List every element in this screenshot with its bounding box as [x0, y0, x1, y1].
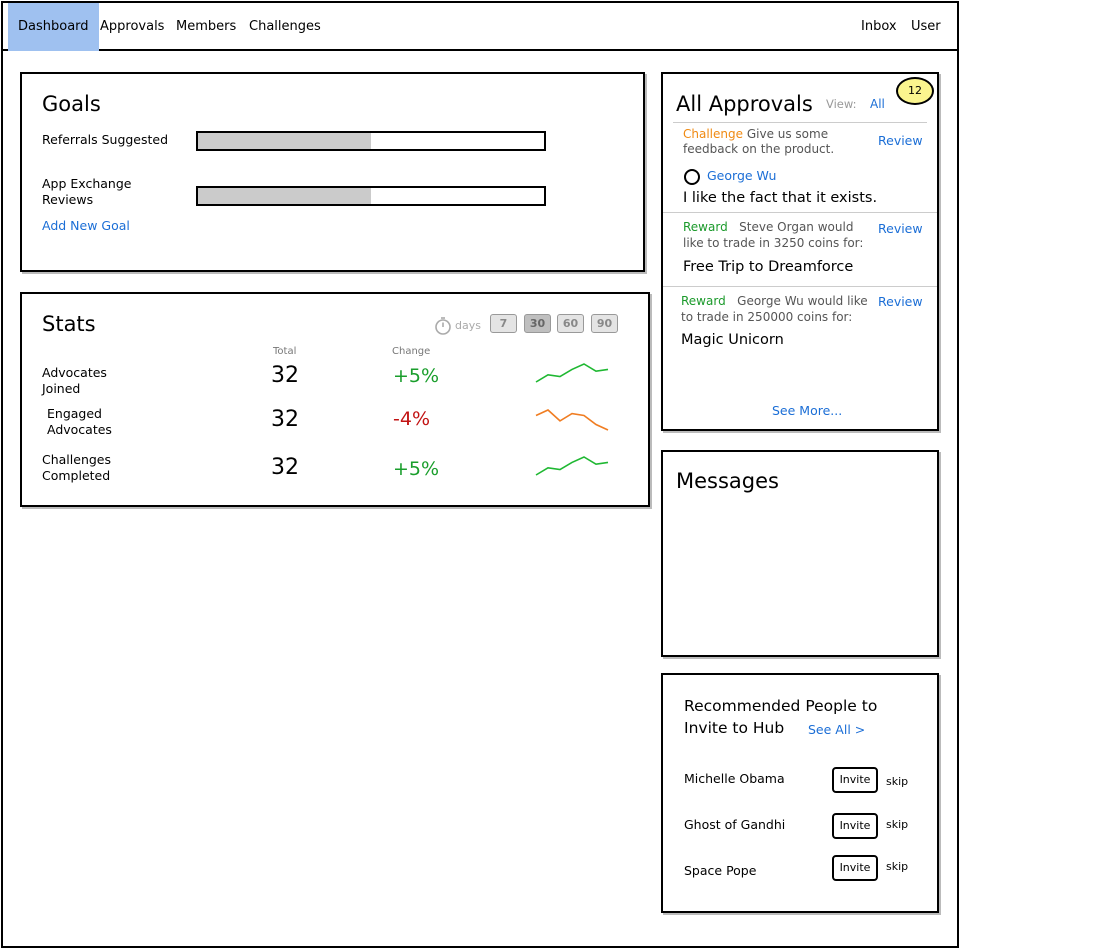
days-option-button[interactable]: 60	[557, 314, 584, 333]
sparkline-series	[535, 409, 609, 431]
sparkline-chart	[535, 363, 609, 383]
nav-members[interactable]: Members	[176, 3, 236, 51]
skip-link[interactable]: skip	[886, 818, 908, 831]
approval-description: Reward Steve Organ would	[683, 220, 853, 234]
approval-user-link[interactable]: George Wu	[707, 168, 776, 183]
stat-label-line1: Advocates	[42, 365, 107, 380]
nav-challenges[interactable]: Challenges	[249, 3, 321, 51]
approval-type-challenge: Challenge	[683, 127, 743, 141]
invite-button[interactable]: Invite	[832, 767, 878, 793]
nav-inbox[interactable]: Inbox	[861, 3, 897, 51]
approval-type-reward: Reward	[683, 220, 728, 234]
skip-link[interactable]: skip	[886, 775, 908, 788]
goals-panel: Goals Referrals Suggested App Exchange R…	[20, 72, 645, 272]
recommended-title-line1: Recommended People to	[684, 697, 878, 715]
days-label: days	[455, 319, 481, 332]
approval-desc-line2: like to trade in 3250 coins for:	[683, 236, 864, 250]
approval-desc-line1: Give us some	[746, 127, 829, 141]
approval-type-reward: Reward	[681, 294, 726, 308]
goal-label-line2: Reviews	[42, 192, 94, 207]
invite-button[interactable]: Invite	[832, 855, 878, 881]
avatar-circle-icon	[684, 169, 700, 185]
invite-button[interactable]: Invite	[832, 813, 878, 839]
nav-approvals[interactable]: Approvals	[100, 3, 164, 51]
messages-title: Messages	[676, 469, 779, 493]
stats-panel: Stats days 7 30 60 90 Total Change Advoc…	[20, 292, 650, 507]
stat-change: +5%	[393, 458, 440, 480]
stats-title: Stats	[42, 312, 96, 336]
nav-dashboard[interactable]: Dashboard	[8, 3, 99, 51]
review-button[interactable]: Review	[878, 133, 923, 148]
stat-total: 32	[271, 407, 299, 432]
goal-label: Referrals Suggested	[42, 132, 169, 147]
goal-progress-fill	[198, 133, 371, 149]
approval-desc-line1: George Wu would like	[737, 294, 868, 308]
see-all-link[interactable]: See All >	[808, 722, 865, 737]
goal-progress-fill	[198, 188, 371, 204]
nav-user[interactable]: User	[911, 3, 941, 51]
approvals-panel: All Approvals View: All Challenge Give u…	[661, 72, 939, 431]
stat-label-line2: Completed	[42, 468, 111, 483]
view-filter-all[interactable]: All	[870, 97, 885, 111]
recommended-title-line2: Invite to Hub	[684, 719, 785, 737]
stat-change: -4%	[393, 408, 430, 430]
approval-desc-line2: feedback on the product.	[683, 142, 835, 156]
goals-title: Goals	[42, 92, 101, 116]
stat-label-line1: Engaged	[47, 406, 102, 421]
sparkline-chart	[535, 456, 609, 476]
sparkline-series	[535, 363, 609, 383]
approval-description: Reward George Wu would like	[681, 294, 868, 308]
sparkline-chart	[535, 409, 609, 431]
goal-progress-bar	[196, 131, 546, 151]
stopwatch-icon	[435, 317, 451, 335]
recommended-panel: Recommended People to Invite to Hub See …	[661, 673, 939, 913]
person-name: Michelle Obama	[684, 771, 785, 786]
col-total-header: Total	[273, 346, 297, 357]
review-button[interactable]: Review	[878, 221, 923, 236]
stat-change: +5%	[393, 365, 440, 387]
days-option-button[interactable]: 90	[591, 314, 618, 333]
approvals-title: All Approvals	[676, 92, 813, 116]
approval-desc-line1: Steve Organ would	[739, 220, 854, 234]
stat-total: 32	[271, 455, 299, 480]
view-label: View:	[826, 97, 857, 111]
approval-description: Challenge Give us some	[683, 126, 873, 142]
approval-content-text: Magic Unicorn	[681, 332, 784, 348]
sparkline-series	[535, 456, 609, 476]
add-new-goal-link[interactable]: Add New Goal	[42, 218, 130, 234]
skip-link[interactable]: skip	[886, 860, 908, 873]
person-name: Ghost of Gandhi	[684, 817, 786, 832]
messages-panel: Messages	[661, 450, 939, 657]
days-option-button[interactable]: 7	[490, 314, 517, 333]
top-navbar: Dashboard Approvals Members Challenges I…	[3, 3, 957, 51]
divider	[663, 212, 937, 213]
person-name: Space Pope	[684, 863, 757, 878]
stat-total: 32	[271, 363, 299, 388]
approvals-count-badge: 12	[896, 77, 934, 105]
goal-progress-bar	[196, 186, 546, 206]
days-option-button[interactable]: 30	[524, 314, 551, 333]
divider	[663, 286, 937, 287]
review-button[interactable]: Review	[878, 294, 923, 309]
approval-desc-line2: to trade in 250000 coins for:	[681, 310, 853, 324]
stat-label-line2: Joined	[42, 381, 81, 396]
see-more-link[interactable]: See More...	[772, 403, 842, 418]
goal-label-line1: App Exchange	[42, 176, 132, 191]
stat-label-line1: Challenges	[42, 452, 112, 467]
divider	[673, 122, 927, 123]
col-change-header: Change	[392, 346, 431, 357]
approval-content-text: I like the fact that it exists.	[683, 190, 878, 206]
approval-content-text: Free Trip to Dreamforce	[683, 259, 854, 275]
stat-label-line2: Advocates	[47, 422, 112, 437]
